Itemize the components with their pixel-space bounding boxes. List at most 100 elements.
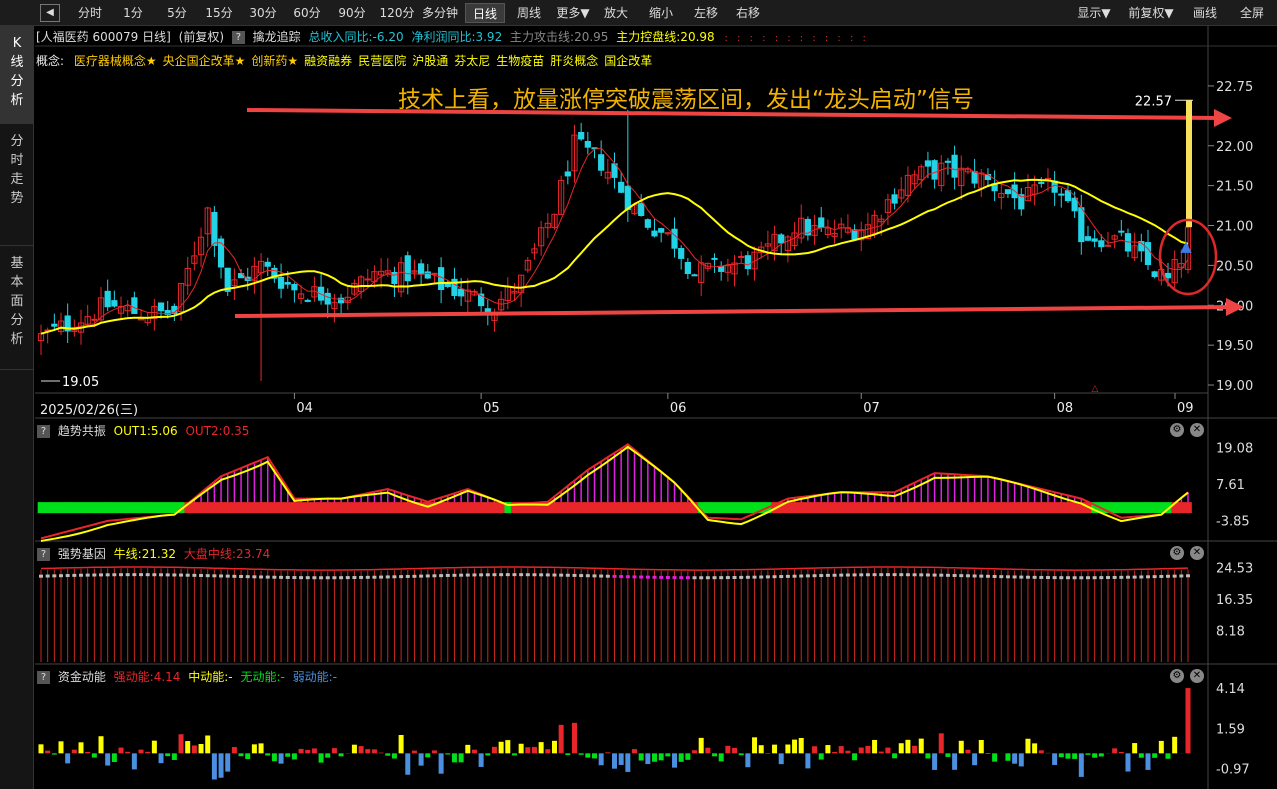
trend-band [131,502,139,514]
fund-bar [1152,753,1158,758]
gene-marker [425,574,430,578]
concept-item[interactable]: 芬太尼 [454,54,490,68]
gene-marker [685,576,690,580]
fund-bar [718,753,724,762]
trend-band [897,502,906,514]
gene-marker [99,573,104,577]
settings-icon[interactable]: ⚙ [1170,423,1184,437]
limit-up-bar [1186,100,1192,228]
trend-band [471,502,479,514]
fund-bar [85,751,91,754]
close-icon[interactable]: ✕ [1190,546,1204,560]
gene-marker [359,575,364,579]
candle-body [911,174,918,185]
toolbar-btn-6[interactable]: 90分 [333,3,371,23]
concept-item[interactable]: 融资融券 [304,54,352,68]
gene-marker [799,574,804,578]
trend-band [1044,502,1052,514]
trend-band [884,502,892,514]
trend-band [104,502,112,514]
concept-item[interactable]: 肝炎概念 [550,54,598,68]
fund-bar [752,737,758,754]
back-icon[interactable]: ◀ [40,4,60,22]
close-icon[interactable]: ✕ [1190,669,1204,683]
toolbar-btn-7[interactable]: 120分 [378,3,416,23]
toolbar-btn-9[interactable]: 日线 [465,3,505,23]
trend-band [531,502,539,514]
trend-band [511,502,519,514]
concept-item[interactable]: 创新药★ [251,54,298,68]
help-icon[interactable]: ? [37,548,50,561]
settings-icon[interactable]: ⚙ [1170,546,1184,560]
concept-item[interactable]: 央企国企改革★ [163,54,246,68]
toolbar-btn-5[interactable]: 60分 [288,3,326,23]
fund-bar [805,753,811,769]
concept-item[interactable]: 沪股通 [412,54,448,68]
candle-body [904,174,912,196]
gene-marker [112,573,117,577]
gene-marker [1132,575,1137,579]
gene-marker [432,574,437,578]
close-icon[interactable]: ✕ [1190,423,1204,437]
help-icon[interactable]: ? [37,425,50,438]
side-tab-0[interactable]: K线分析 [0,26,34,124]
gene-marker [872,573,877,577]
candle-body [304,299,311,302]
concept-item[interactable]: 国企改革 [604,54,652,68]
fund-bar [852,753,858,761]
gene-marker [132,573,137,577]
toolbar-btn-2[interactable]: 5分 [159,3,195,23]
toolbar-btn-3[interactable]: 15分 [199,3,239,23]
gene-marker [885,573,890,577]
candle-body [184,267,191,286]
toolbar-btn-1[interactable]: 1分 [115,3,151,23]
toolbar-btn-13[interactable]: 缩小 [641,3,681,23]
toolbar-btn-4[interactable]: 30分 [244,3,282,23]
toolbar-right-btn-0[interactable]: 显示▼ [1070,3,1118,23]
candle-body [771,233,778,251]
toolbar-right-btn-1[interactable]: 前复权▼ [1123,3,1179,23]
fund-bar [1025,738,1031,754]
concept-item[interactable]: 生物疫苗 [496,54,544,68]
fund-bar [545,749,551,754]
gene-marker [325,576,330,580]
gene-marker [1059,576,1064,580]
toolbar-right-btn-3[interactable]: 全屏 [1232,3,1272,23]
toolbar-btn-12[interactable]: 放大 [596,3,636,23]
fund-bar [1132,743,1138,754]
candle-body [418,263,425,275]
help-icon[interactable]: ? [231,31,245,44]
candle-body [618,181,625,193]
candle-body [91,318,98,321]
concept-item[interactable]: 医疗器械概念★ [74,54,157,68]
toolbar-btn-11[interactable]: 更多▼ [551,3,595,23]
toolbar-btn-8[interactable]: 多分钟 [418,3,462,23]
trend-band [1064,502,1072,514]
toolbar-btn-10[interactable]: 周线 [510,3,548,23]
toolbar-btn-15[interactable]: 右移 [728,3,768,23]
gene-marker [365,575,370,579]
settings-icon[interactable]: ⚙ [1170,669,1184,683]
candle-body [538,227,545,247]
trend-panel-title: ? 趋势共振 OUT1:5.06 OUT2:0.35 [37,422,249,438]
gene-marker [692,576,697,580]
gene-marker [159,573,164,577]
trend-band [731,502,739,514]
help-icon[interactable]: ? [37,671,50,684]
side-tab-2[interactable]: 基本面分析 [0,246,34,370]
toolbar-btn-14[interactable]: 左移 [686,3,726,23]
fund-bar [218,753,224,778]
fund-bar [1185,688,1191,754]
toolbar-btn-0[interactable]: 分时 [69,3,111,23]
candle-body [44,329,51,332]
gene-marker [699,576,704,580]
gene-marker [552,573,557,577]
side-tab-1[interactable]: 分时走势 [0,124,34,246]
start-date-label: 2025/02/26(三) [40,403,139,418]
fund-bar [211,753,217,780]
concept-item[interactable]: 民营医院 [358,54,406,68]
candle-body [344,296,351,303]
trend-band [891,502,899,514]
month-label: 09 [1177,401,1194,416]
toolbar-right-btn-2[interactable]: 画线 [1185,3,1225,23]
